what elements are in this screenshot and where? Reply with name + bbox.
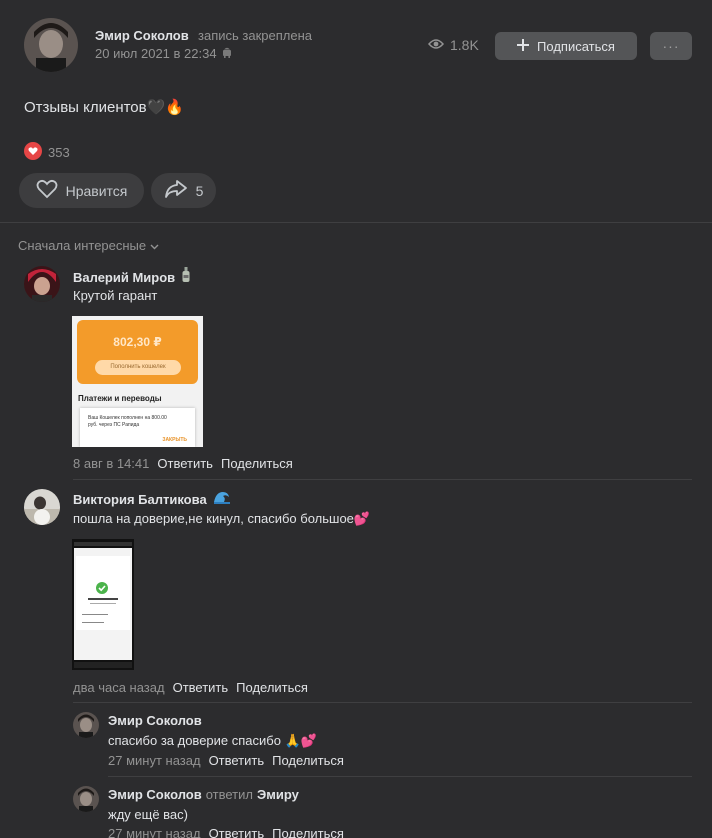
wave-icon [213, 490, 231, 509]
comment-avatar[interactable] [24, 266, 60, 302]
comment-time[interactable]: 8 авг в 14:41 [73, 456, 149, 471]
pinned-label: запись закреплена [198, 28, 312, 43]
comment-divider [73, 479, 692, 480]
share-icon [164, 179, 188, 202]
bottle-icon [181, 267, 191, 288]
share-link[interactable]: Поделиться [272, 826, 344, 838]
card-line [90, 603, 116, 604]
comment-author: Валерий Миров [73, 267, 191, 288]
close-notice: ЗАКРЫТЬ [162, 437, 187, 443]
reply-link[interactable]: Ответить [209, 753, 265, 768]
comment-text: Крутой гарант [73, 288, 158, 303]
reply-author: Эмир Соколов ответил Эмиру [108, 787, 299, 802]
card-line [82, 622, 104, 623]
post-date[interactable]: 20 июл 2021 в 22:34 [95, 46, 232, 61]
comment-meta: два часа назад Ответить Поделиться [73, 680, 308, 695]
post-divider [0, 222, 712, 223]
reply-avatar[interactable] [73, 712, 99, 738]
card-line [82, 614, 108, 615]
reply-text: жду ещё вас) [108, 807, 188, 822]
comment-divider [73, 702, 692, 703]
reply-target[interactable]: Эмиру [257, 787, 299, 802]
heart-icon [36, 179, 58, 202]
reply-meta: 27 минут назад Ответить Поделиться [108, 753, 344, 768]
comment-text: пошла на доверие,не кинул, спасибо больш… [73, 511, 371, 526]
phone-nav-bar [74, 662, 132, 668]
post-date-text: 20 июл 2021 в 22:34 [95, 46, 217, 61]
heart-reaction-icon [24, 142, 42, 163]
author-avatar[interactable] [24, 18, 78, 72]
reply-avatar[interactable] [73, 786, 99, 812]
share-count: 5 [195, 182, 204, 199]
author-name[interactable]: Эмир Соколов [95, 28, 189, 43]
wallet-balance-card: 802,30 ₽ Пополнить кошелек [77, 320, 198, 384]
topup-notice-text: Ваш Кошелек пополнен на 800.00 руб. чере… [88, 415, 167, 428]
reactions-count: 353 [48, 145, 70, 160]
reply-author-name[interactable]: Эмир Соколов [108, 787, 202, 802]
phone-screen [74, 548, 132, 660]
phone-status-bar [74, 542, 132, 546]
payments-section: Платежи и переводы [78, 394, 162, 403]
comment-time[interactable]: два часа назад [73, 680, 165, 695]
post-card: Эмир Соколов запись закреплена 20 июл 20… [0, 0, 712, 838]
plus-icon [517, 38, 530, 54]
more-button[interactable]: ··· [650, 32, 692, 60]
eye-icon [428, 37, 444, 53]
comment-author: Виктория Балтикова [73, 490, 231, 509]
reply-author-name[interactable]: Эмир Соколов [108, 713, 202, 728]
subscribe-label: Подписаться [537, 38, 615, 54]
like-button[interactable]: Нравится [19, 173, 144, 208]
success-card [76, 556, 130, 630]
post-text: Отзывы клиентов🖤🔥 [24, 99, 184, 116]
share-link[interactable]: Поделиться [221, 456, 293, 471]
share-link[interactable]: Поделиться [272, 753, 344, 768]
topup-button: Пополнить кошелек [95, 360, 181, 375]
sort-label: Сначала интересные [18, 238, 147, 253]
views-count: 1.8K [450, 37, 479, 53]
chevron-down-icon [150, 238, 159, 253]
check-icon [96, 581, 108, 594]
reply-meta: 27 минут назад Ответить Поделиться [108, 826, 344, 838]
like-label: Нравится [65, 182, 128, 199]
reply-link[interactable]: Ответить [173, 680, 229, 695]
reply-divider [108, 776, 692, 777]
replied-label: ответил [205, 787, 253, 802]
reply-link[interactable]: Ответить [157, 456, 213, 471]
comment-photo[interactable] [72, 539, 134, 670]
share-link[interactable]: Поделиться [236, 680, 308, 695]
share-button[interactable]: 5 [151, 173, 216, 208]
topup-notice: Ваш Кошелек пополнен на 800.00 руб. чере… [80, 408, 195, 447]
comment-avatar[interactable] [24, 489, 60, 525]
reply-link[interactable]: Ответить [209, 826, 265, 838]
reply-time[interactable]: 27 минут назад [108, 826, 201, 838]
comment-meta: 8 авг в 14:41 Ответить Поделиться [73, 456, 293, 471]
card-line [88, 598, 118, 600]
reply-text: спасибо за доверие спасибо 🙏💕 [108, 733, 317, 748]
comments-sort[interactable]: Сначала интересные [18, 238, 159, 253]
comment-author-name[interactable]: Валерий Миров [73, 270, 175, 285]
subscribe-button[interactable]: Подписаться [495, 32, 637, 60]
reply-time[interactable]: 27 минут назад [108, 753, 201, 768]
reactions[interactable]: 353 [24, 142, 70, 163]
views-counter: 1.8K [428, 37, 479, 53]
comment-author-name[interactable]: Виктория Балтикова [73, 492, 207, 507]
android-icon [222, 46, 232, 61]
comment-photo[interactable]: 802,30 ₽ Пополнить кошелек Платежи и пер… [72, 316, 203, 447]
wallet-balance: 802,30 ₽ [113, 335, 162, 349]
